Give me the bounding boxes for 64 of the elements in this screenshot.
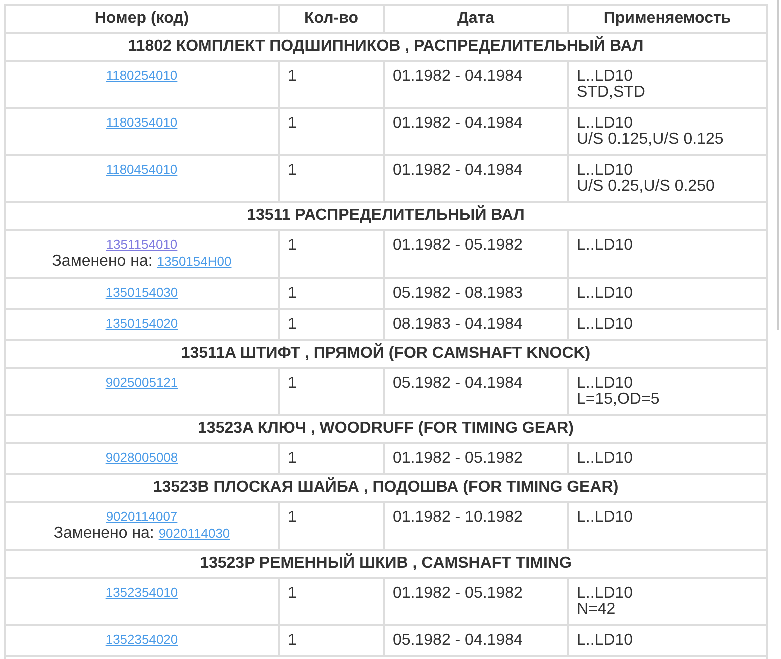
scrollbar[interactable]: [777, 0, 779, 330]
date-cell: 01.1982 - 10.1982: [384, 502, 568, 550]
quantity-cell: 1: [279, 230, 384, 278]
section-heading: 11802 КОМПЛЕКТ ПОДШИПНИКОВ , РАСПРЕДЕЛИТЕЛЬНЫЙ ВАЛ: [5, 33, 767, 61]
part-number-link[interactable]: 1350154020: [106, 316, 178, 331]
part-number-link[interactable]: 9025005121: [106, 375, 178, 390]
quantity-cell: 1: [279, 309, 384, 340]
section-heading: 13523P РЕМЕННЫЙ ШКИВ , CAMSHAFT TIMING: [5, 550, 767, 578]
applicability-text: L..LD10: [577, 238, 634, 254]
quantity-cell: 1: [279, 368, 384, 415]
date-cell: 05.1982 - 04.1984: [384, 368, 568, 415]
section-heading: 13523A КЛЮЧ , WOODRUFF (FOR TIMING GEAR): [5, 415, 767, 443]
quantity-cell: 1: [279, 108, 384, 155]
quantity-cell: 1: [279, 443, 384, 474]
replacement-link[interactable]: 1350154H00: [157, 254, 232, 269]
quantity-cell: 1: [279, 61, 384, 108]
applicability-text: L..LD10: [577, 376, 634, 392]
quantity-cell: 1: [279, 155, 384, 202]
date-cell: 01.1982 - 05.1982: [384, 443, 568, 474]
applicability-text: L..LD10: [577, 586, 634, 602]
replaced-label: Заменено на:: [52, 253, 153, 270]
applicability-text: L..LD10: [577, 286, 634, 302]
part-number-link[interactable]: 1352354010: [106, 585, 178, 600]
applicability-text: L..LD10: [577, 317, 634, 333]
applicability-text: L..LD10: [577, 633, 634, 649]
column-header: Номер (код): [5, 5, 279, 33]
applicability-text: L..LD10: [577, 116, 634, 132]
applicability-text: U/S 0.25,U/S 0.250: [577, 179, 716, 195]
replaced-label: Заменено на:: [54, 525, 154, 542]
quantity-cell: 1: [279, 278, 384, 309]
date-cell: 01.1982 - 04.1984: [384, 61, 568, 108]
part-number-link[interactable]: 1180254010: [106, 68, 178, 83]
quantity-cell: 1: [279, 625, 384, 656]
quantity-cell: 1: [279, 502, 384, 550]
part-number-link[interactable]: 9020114007: [106, 509, 178, 524]
part-number-link[interactable]: 1180354010: [106, 115, 178, 130]
date-cell: 05.1982 - 04.1984: [384, 625, 568, 656]
date-cell: 05.1982 - 08.1983: [384, 278, 568, 309]
section-heading: 13523B ПЛОСКАЯ ШАЙБА , ПОДОШВА (FOR TIMING GEAR): [5, 474, 767, 502]
applicability-text: U/S 0.125,U/S 0.125: [577, 132, 725, 148]
column-header: Дата: [384, 5, 568, 33]
applicability-text: L=15,OD=5: [577, 392, 661, 408]
section-heading: 13511A ШТИФТ , ПРЯМОЙ (FOR CAMSHAFT KNOCK): [5, 340, 767, 368]
column-header: Кол-во: [279, 5, 384, 33]
part-number-link[interactable]: 1350154030: [106, 285, 178, 300]
applicability-text: L..LD10: [577, 69, 634, 85]
date-cell: 01.1982 - 04.1984: [384, 108, 568, 155]
applicability-text: L..LD10: [577, 510, 634, 526]
part-number-link[interactable]: 1180454010: [106, 162, 178, 177]
date-cell: 01.1982 - 05.1982: [384, 230, 568, 278]
quantity-cell: 1: [279, 578, 384, 625]
date-cell: 01.1982 - 04.1984: [384, 155, 568, 202]
applicability-text: L..LD10: [577, 163, 634, 179]
date-cell: 01.1982 - 05.1982: [384, 578, 568, 625]
part-number-link[interactable]: 1352354020: [106, 632, 178, 647]
applicability-text: L..LD10: [577, 451, 634, 467]
replacement-link[interactable]: 9020114030: [158, 526, 230, 541]
part-number-link[interactable]: 1351154010: [106, 237, 178, 252]
applicability-text: STD,STD: [577, 85, 646, 101]
section-heading: 13511 РАСПРЕДЕЛИТЕЛЬНЫЙ ВАЛ: [5, 202, 767, 230]
applicability-text: N=42: [577, 602, 617, 618]
date-cell: 08.1983 - 04.1984: [384, 309, 568, 340]
column-header: Применяемость: [568, 5, 767, 33]
part-number-link[interactable]: 9028005008: [106, 450, 178, 465]
